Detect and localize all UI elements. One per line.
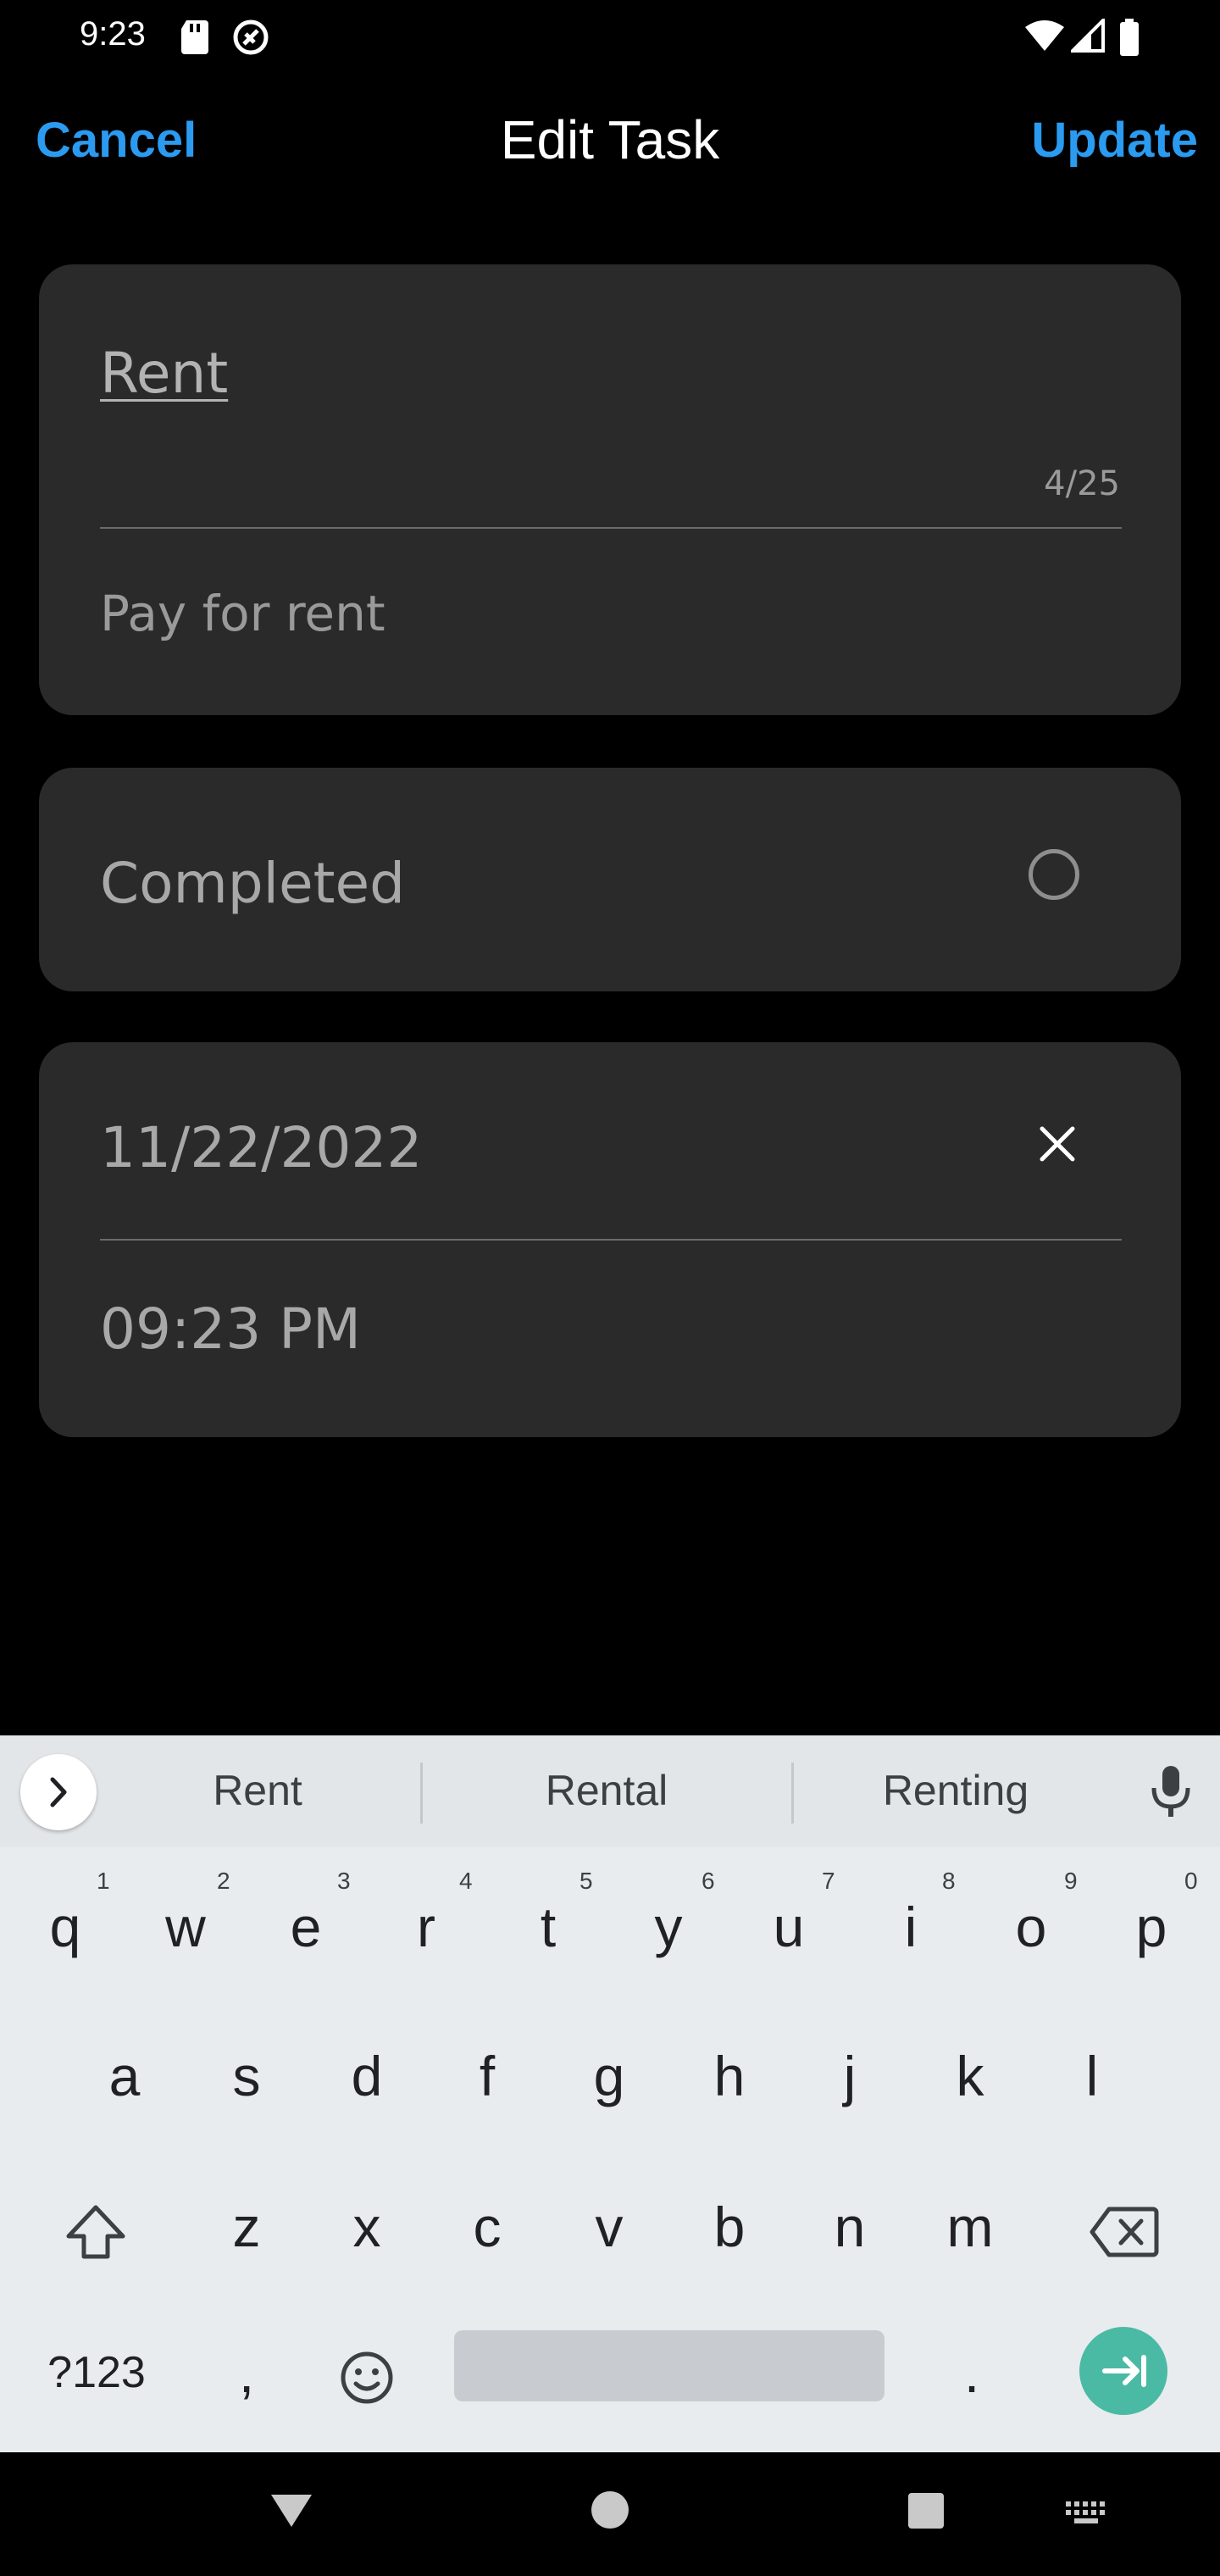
- suggestion-1[interactable]: Rent: [114, 1766, 402, 1815]
- date-underline: [100, 1239, 1122, 1241]
- shift-icon: [66, 2205, 125, 2259]
- battery-icon: [1118, 19, 1140, 59]
- microphone-icon[interactable]: [1145, 1763, 1196, 1824]
- key-hint: 6: [702, 1868, 715, 1894]
- key-hint: 4: [459, 1868, 473, 1894]
- name-underline: [100, 527, 1122, 529]
- key-m[interactable]: m: [915, 2176, 1025, 2278]
- suggestion-3[interactable]: Renting: [812, 1766, 1100, 1815]
- key-z[interactable]: z: [191, 2176, 302, 2278]
- key-hint: 2: [217, 1868, 230, 1894]
- sd-card-icon: [180, 19, 210, 58]
- task-name-input[interactable]: Rent: [100, 341, 228, 406]
- key-j[interactable]: j: [795, 2025, 905, 2127]
- cell-signal-icon: [1068, 16, 1105, 56]
- backspace-key[interactable]: [1069, 2176, 1179, 2278]
- key-hint: 1: [97, 1868, 110, 1894]
- shift-key[interactable]: [41, 2176, 151, 2278]
- symbols-key[interactable]: ?123: [37, 2322, 156, 2423]
- task-details-card: Rent 4/25 Pay for rent: [39, 264, 1181, 715]
- status-bar: 9:23: [0, 0, 1220, 75]
- soft-keyboard: Rent Rental Renting q w e r t y u i o p …: [0, 1735, 1220, 2452]
- top-app-bar: Cancel Edit Task Update: [0, 102, 1220, 186]
- period-key[interactable]: .: [917, 2322, 1027, 2423]
- key-hint: 3: [337, 1868, 351, 1894]
- home-icon[interactable]: [590, 2490, 630, 2534]
- emoji-icon: [341, 2351, 393, 2404]
- key-b[interactable]: b: [674, 2176, 785, 2278]
- due-date-card: 11/22/2022 09:23 PM: [39, 1042, 1181, 1437]
- wifi-icon: [1023, 19, 1066, 56]
- key-l[interactable]: l: [1037, 2025, 1147, 2127]
- key-f[interactable]: f: [432, 2025, 542, 2127]
- tab-arrow-icon: [1102, 2355, 1146, 2387]
- completed-radio[interactable]: [1029, 849, 1079, 900]
- key-n[interactable]: n: [795, 2176, 905, 2278]
- key-v[interactable]: v: [554, 2176, 664, 2278]
- key-x[interactable]: x: [312, 2176, 422, 2278]
- chevron-right-icon: [50, 1777, 67, 1807]
- emoji-key[interactable]: [312, 2322, 422, 2423]
- keyboard-switch-icon[interactable]: [1064, 2500, 1108, 2529]
- key-hint: 7: [822, 1868, 835, 1894]
- expand-toolbar-button[interactable]: [20, 1754, 97, 1830]
- do-not-disturb-icon: [232, 19, 269, 59]
- character-counter: 4/25: [1044, 464, 1120, 503]
- status-time: 9:23: [80, 15, 146, 53]
- key-hint: 0: [1184, 1868, 1198, 1894]
- completed-label: Completed: [100, 851, 405, 916]
- time-field[interactable]: 09:23 PM: [100, 1296, 361, 1362]
- key-a[interactable]: a: [69, 2025, 180, 2127]
- key-c[interactable]: c: [432, 2176, 542, 2278]
- recents-icon[interactable]: [907, 2491, 946, 2534]
- key-d[interactable]: d: [312, 2025, 422, 2127]
- clear-date-icon[interactable]: [1035, 1122, 1079, 1166]
- suggestion-2[interactable]: Rental: [463, 1766, 751, 1815]
- comma-key[interactable]: ,: [191, 2322, 302, 2423]
- key-s[interactable]: s: [191, 2025, 302, 2127]
- key-hint: 8: [942, 1868, 956, 1894]
- date-field[interactable]: 11/22/2022: [100, 1115, 422, 1180]
- completed-card[interactable]: Completed: [39, 768, 1181, 991]
- suggestion-divider: [791, 1763, 794, 1824]
- suggestion-strip: Rent Rental Renting: [0, 1735, 1220, 1847]
- key-hint: 9: [1064, 1868, 1078, 1894]
- key-h[interactable]: h: [674, 2025, 785, 2127]
- key-g[interactable]: g: [554, 2025, 664, 2127]
- next-field-key[interactable]: [1079, 2327, 1167, 2415]
- update-button[interactable]: Update: [1031, 112, 1198, 169]
- backspace-icon: [1090, 2207, 1159, 2257]
- key-hint: 5: [580, 1868, 593, 1894]
- key-k[interactable]: k: [915, 2025, 1025, 2127]
- back-icon[interactable]: [268, 2490, 315, 2534]
- suggestion-divider: [420, 1763, 423, 1824]
- task-description-input[interactable]: Pay for rent: [100, 585, 385, 642]
- space-bar[interactable]: [454, 2330, 884, 2401]
- system-navigation-bar: [0, 2452, 1220, 2576]
